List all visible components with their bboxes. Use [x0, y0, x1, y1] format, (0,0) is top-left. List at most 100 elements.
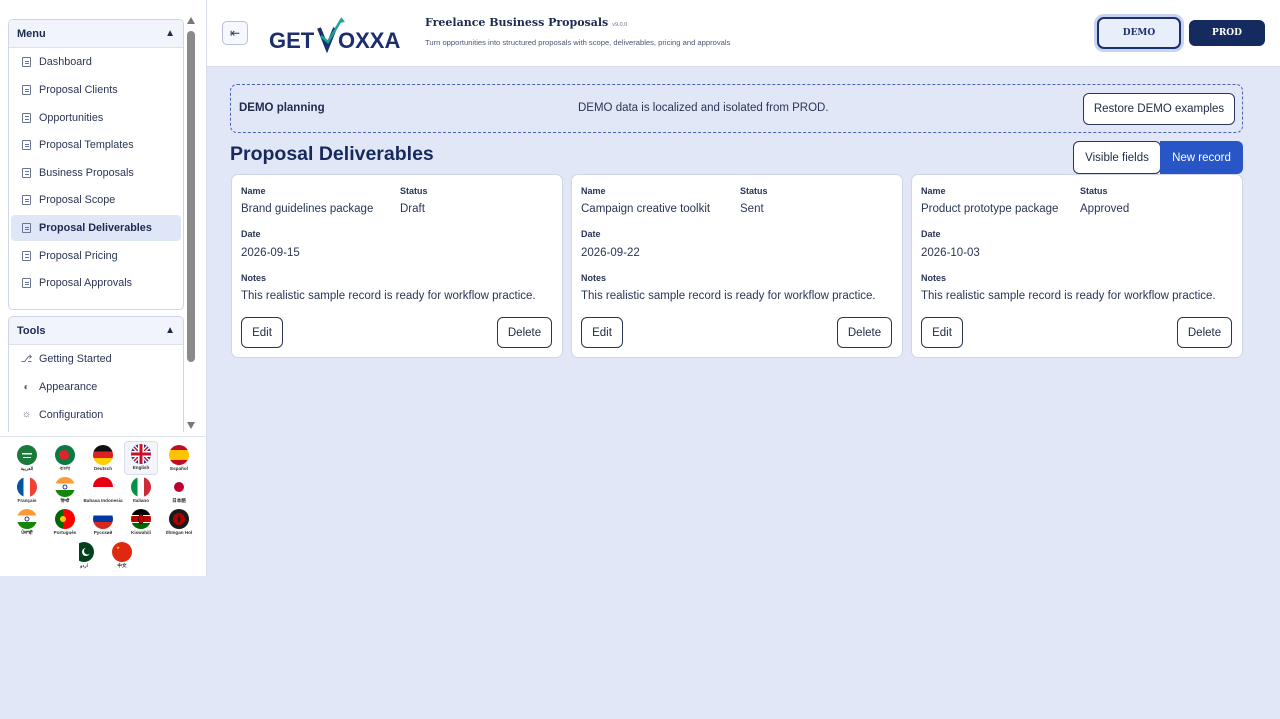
app-title: Freelance Business Proposals v9.0.0: [425, 16, 627, 29]
tools-panel: Tools ▲ ⎇ Getting Started ◐ Appearance ☼ Co…: [8, 316, 184, 432]
tools-panel-header[interactable]: Tools ▲: [9, 317, 183, 345]
language-label: 中文: [117, 563, 127, 568]
logo: GET OXXA: [269, 14, 414, 54]
china-flag-icon: [112, 542, 132, 562]
language-option-hindi[interactable]: हिन्दी: [48, 475, 82, 509]
language-picker: العربية বাংলা Deutsch English Español Fr…: [0, 436, 206, 576]
date-value: 2026-09-15: [241, 247, 300, 259]
status-value: Approved: [1080, 203, 1130, 215]
language-label: Español: [170, 466, 188, 471]
language-label: 日本語: [172, 498, 186, 503]
notes-value: This realistic sample record is ready fo…: [581, 290, 876, 302]
app-subtitle: Turn opportunities into structured propo…: [425, 38, 731, 47]
collapse-sidebar-icon: ⇤: [229, 26, 241, 40]
sidebar-item-label: Getting Started: [39, 353, 112, 366]
status-value: Draft: [400, 203, 425, 215]
sidebar-item-label: Dashboard: [39, 56, 92, 69]
language-label: tlhIngan Hol: [165, 530, 193, 535]
logo-text-left: GET: [269, 28, 315, 53]
record-card: Name Brand guidelines package Status Dra…: [231, 174, 563, 358]
language-option-italian[interactable]: Italiano: [124, 475, 158, 509]
delete-button[interactable]: Delete: [497, 317, 552, 348]
date-label: Date: [921, 229, 941, 239]
language-option-punjabi[interactable]: ਪੰਜਾਬੀ: [10, 507, 44, 541]
logo-text-right: OXXA: [338, 28, 400, 53]
new-record-button[interactable]: New record: [1160, 141, 1243, 174]
language-label: हिन्दी: [60, 498, 70, 503]
language-option-japanese[interactable]: 日本語: [162, 475, 196, 509]
delete-button[interactable]: Delete: [837, 317, 892, 348]
scroll-up-arrow-icon[interactable]: [187, 17, 195, 24]
date-label: Date: [241, 229, 261, 239]
palette-icon: ◐: [23, 381, 30, 393]
scrollbar-thumb[interactable]: [187, 31, 195, 362]
name-label: Name: [921, 186, 946, 196]
menu-panel: Menu ▲ Dashboard Proposal Clients Opport…: [8, 19, 184, 310]
sidebar-item-dashboard[interactable]: Dashboard: [11, 49, 181, 75]
collapse-caret-icon[interactable]: ▲: [165, 28, 175, 39]
portugal-flag-icon: [55, 509, 75, 529]
language-label: اردو: [80, 563, 88, 568]
app-version: v9.0.0: [612, 22, 628, 28]
sidebar-item-appearance[interactable]: ◐ Appearance: [11, 374, 181, 400]
edit-button[interactable]: Edit: [581, 317, 623, 348]
status-label: Status: [740, 186, 768, 196]
visible-fields-button[interactable]: Visible fields: [1073, 141, 1161, 174]
scroll-down-arrow-icon[interactable]: [187, 422, 195, 429]
language-option-swahili[interactable]: Kiswahili: [124, 507, 158, 541]
klingon-flag-icon: [169, 509, 189, 529]
language-option-russian[interactable]: Русский: [86, 507, 120, 541]
sidebar-item-label: Proposal Deliverables: [39, 222, 152, 234]
menu-title: Menu: [17, 27, 46, 40]
restore-demo-button[interactable]: Restore DEMO examples: [1083, 93, 1235, 125]
date-value: 2026-09-22: [581, 247, 640, 259]
language-label: Français: [17, 498, 37, 503]
language-option-german[interactable]: Deutsch: [86, 443, 120, 477]
collapse-sidebar-button[interactable]: ⇤: [222, 21, 248, 45]
sidebar-item-opportunities[interactable]: Opportunities: [11, 104, 181, 130]
edit-button[interactable]: Edit: [241, 317, 283, 348]
edit-button[interactable]: Edit: [921, 317, 963, 348]
rocket-icon: ⎇: [20, 353, 33, 365]
sidebar-item-configuration[interactable]: ☼ Configuration: [11, 401, 181, 427]
sidebar-item-getting-started[interactable]: ⎇ Getting Started: [11, 346, 181, 372]
sidebar-item-label: Proposal Approvals: [39, 277, 133, 290]
demo-environment-button[interactable]: DEMO: [1097, 17, 1181, 49]
collapse-caret-icon[interactable]: ▲: [165, 325, 175, 336]
japan-flag-icon: [169, 477, 189, 497]
banner-message: DEMO data is localized and isolated from…: [578, 102, 829, 114]
saudi-flag-icon: [17, 445, 37, 465]
sidebar-scrollbar[interactable]: [186, 17, 196, 429]
prod-environment-button[interactable]: PROD: [1189, 20, 1265, 46]
document-icon: [21, 195, 32, 206]
delete-button[interactable]: Delete: [1177, 317, 1232, 348]
sidebar-item-business-proposals[interactable]: Business Proposals: [11, 160, 181, 186]
sidebar-item-label: Proposal Pricing: [39, 249, 118, 262]
language-option-urdu[interactable]: اردو: [67, 540, 101, 574]
language-option-indonesian[interactable]: Bahasa Indonesia: [83, 475, 123, 509]
language-label: Kiswahili: [131, 530, 151, 535]
france-flag-icon: [17, 477, 37, 497]
name-value: Product prototype package: [921, 203, 1059, 215]
menu-panel-header[interactable]: Menu ▲: [9, 20, 183, 48]
record-card: Name Campaign creative toolkit Status Se…: [571, 174, 903, 358]
record-card: Name Product prototype package Status Ap…: [911, 174, 1243, 358]
date-label: Date: [581, 229, 601, 239]
language-option-klingon[interactable]: tlhIngan Hol: [162, 507, 196, 541]
language-option-english[interactable]: English: [124, 441, 158, 475]
language-option-french[interactable]: Français: [10, 475, 44, 509]
language-label: Português: [53, 530, 77, 535]
language-option-spanish[interactable]: Español: [162, 443, 196, 477]
sidebar-item-proposal-templates[interactable]: Proposal Templates: [11, 132, 181, 158]
language-option-portuguese[interactable]: Português: [48, 507, 82, 541]
demo-banner: DEMO planning DEMO data is localized and…: [230, 84, 1243, 133]
language-option-bengali[interactable]: বাংলা: [48, 443, 82, 477]
sidebar-item-proposal-approvals[interactable]: Proposal Approvals: [11, 270, 181, 296]
sidebar-item-proposal-deliverables[interactable]: Proposal Deliverables: [11, 214, 181, 242]
language-option-chinese[interactable]: 中文: [105, 540, 139, 574]
sidebar-item-proposal-clients[interactable]: Proposal Clients: [11, 77, 181, 103]
notes-label: Notes: [581, 273, 607, 283]
sidebar-item-proposal-pricing[interactable]: Proposal Pricing: [11, 242, 181, 268]
language-option-arabic[interactable]: العربية: [10, 443, 44, 477]
sidebar-item-proposal-scope[interactable]: Proposal Scope: [11, 187, 181, 213]
